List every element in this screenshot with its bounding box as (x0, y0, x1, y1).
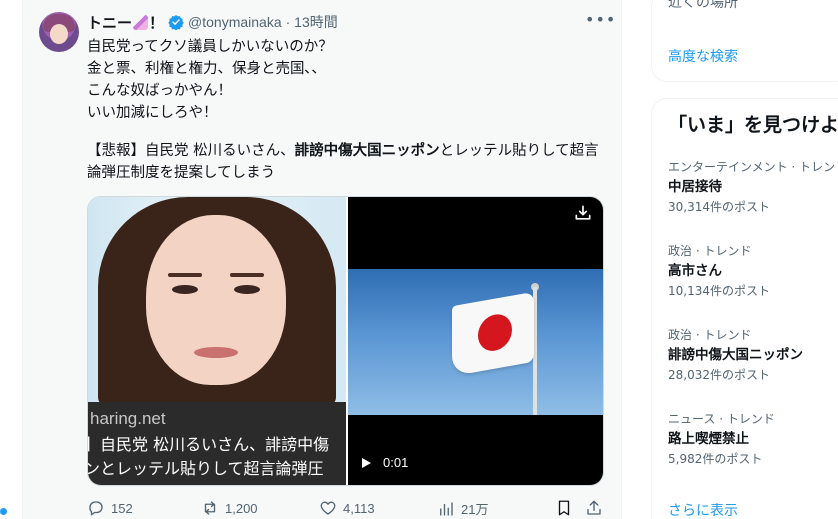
card-title: 】自民党 松川るいさん、誹謗中傷 ンとレッテル貼りして超言論弾圧 (88, 435, 330, 478)
advanced-search-link[interactable]: 高度な検索 (668, 46, 738, 66)
trend-item[interactable]: ニュース · トレンド 路上喫煙禁止 5,982件のポスト (668, 410, 838, 468)
heart-icon (320, 501, 336, 515)
like-button[interactable]: 4,113 (319, 499, 375, 517)
share-button[interactable] (585, 499, 603, 517)
trend-category: 政治 · トレンド (668, 244, 752, 258)
bookmark-icon (558, 500, 570, 516)
like-count: 4,113 (343, 500, 375, 516)
view-count: 21万 (461, 502, 489, 517)
analytics-icon (440, 501, 453, 516)
tweet[interactable]: トニー ！ @tonymainaka · 13時間 ••• 自民党ってクソ議員しか… (23, 0, 621, 519)
timeline-column: トニー ！ @tonymainaka · 13時間 ••• 自民党ってクソ議員しか… (22, 0, 622, 519)
reply-button[interactable]: 152 (87, 499, 133, 517)
trend-item[interactable]: 政治 · トレンド 高市さん 10,134件のポスト (668, 242, 838, 300)
tweet-link-text: 【悲報】自民党 松川るいさん、誹謗中傷大国ニッポンとレッテル貼りして超言論弾圧制… (87, 140, 607, 184)
views-button[interactable]: 21万 (437, 499, 488, 518)
quote-bold: 誹謗中傷大国ニッポン (294, 143, 440, 159)
portrait-right-eye (234, 285, 260, 294)
tweet-body: 自民党ってクソ議員しかいないのか？ 金と票、利権と権力、保身と売国､､ こんな奴… (87, 39, 333, 121)
trend-topic: 路上喫煙禁止 (668, 431, 749, 447)
display-name-text: トニー (87, 13, 133, 32)
download-icon[interactable] (573, 203, 593, 223)
retweet-icon (204, 501, 216, 515)
tweet-time[interactable]: · 13時間 (286, 12, 338, 32)
portrait-left-eye (172, 285, 198, 294)
link-card[interactable]: haring.net 】自民党 松川るいさん、誹謗中傷 ンとレッテル貼りして超言… (88, 197, 346, 485)
tweet-header: トニー ！ @tonymainaka · 13時間 (87, 12, 338, 32)
portrait-left-brow (168, 273, 202, 277)
video-frame (348, 269, 603, 415)
trend-topic: 誹謗中傷大国ニッポン (668, 347, 803, 363)
trend-count: 30,314件のポスト (668, 200, 770, 214)
card-domain: haring.net (90, 409, 166, 428)
trends-title: 「いま」を見つけよう (668, 114, 838, 136)
trend-category: 政治 · トレンド (668, 328, 752, 342)
trend-category: ニュース · トレンド (668, 412, 775, 426)
trend-topic: 中居接待 (668, 179, 722, 195)
share-icon (587, 500, 601, 515)
search-panel (651, 0, 838, 82)
trend-item[interactable]: エンターテインメント · トレンド 中居接待 30,314件のポスト (668, 158, 838, 216)
reply-count: 152 (111, 500, 133, 516)
bookmark-button[interactable] (555, 499, 573, 517)
video-player[interactable]: 0:01 (348, 197, 603, 485)
play-icon[interactable] (362, 457, 371, 468)
reply-icon (89, 501, 103, 516)
avatar-face (50, 24, 68, 44)
trend-item[interactable]: 政治 · トレンド 誹謗中傷大国ニッポン 28,032件のポスト (668, 326, 838, 384)
user-handle[interactable]: @tonymainaka (188, 14, 282, 30)
display-name-suffix: ！ (149, 13, 165, 32)
video-timestamp: 0:01 (362, 455, 408, 470)
unicorn-emoji-icon (133, 14, 149, 30)
portrait-right-brow (230, 273, 264, 277)
video-duration: 0:01 (383, 455, 409, 470)
display-name[interactable]: トニー ！ (87, 12, 164, 33)
retweet-count: 1,200 (225, 500, 258, 516)
trend-count: 5,982件のポスト (668, 452, 763, 466)
avatar[interactable] (39, 12, 79, 52)
media-container: haring.net 】自民党 松川るいさん、誹謗中傷 ンとレッテル貼りして超言… (87, 196, 604, 486)
trend-count: 28,032件のポスト (668, 368, 770, 382)
retweet-button[interactable]: 1,200 (201, 499, 258, 517)
near-places-label[interactable]: 近くの場所 (668, 0, 738, 12)
trend-category: エンターテインメント · トレンド (668, 160, 838, 174)
portrait-lips (194, 347, 238, 358)
verified-badge-icon (168, 15, 184, 30)
trend-count: 10,134件のポスト (668, 284, 770, 298)
tweet-actions: 152 1,200 4,113 21万 (87, 499, 607, 519)
more-options-icon[interactable]: ••• (585, 12, 615, 32)
flag-sun (478, 311, 512, 354)
portrait-face (146, 215, 286, 385)
show-more-link[interactable]: さらに表示 (668, 500, 738, 519)
new-posts-indicator-icon (0, 508, 7, 515)
japan-flag (452, 291, 534, 377)
trend-topic: 高市さん (668, 263, 722, 279)
quote-prefix: 【悲報】自民党 松川るいさん、 (87, 143, 295, 159)
